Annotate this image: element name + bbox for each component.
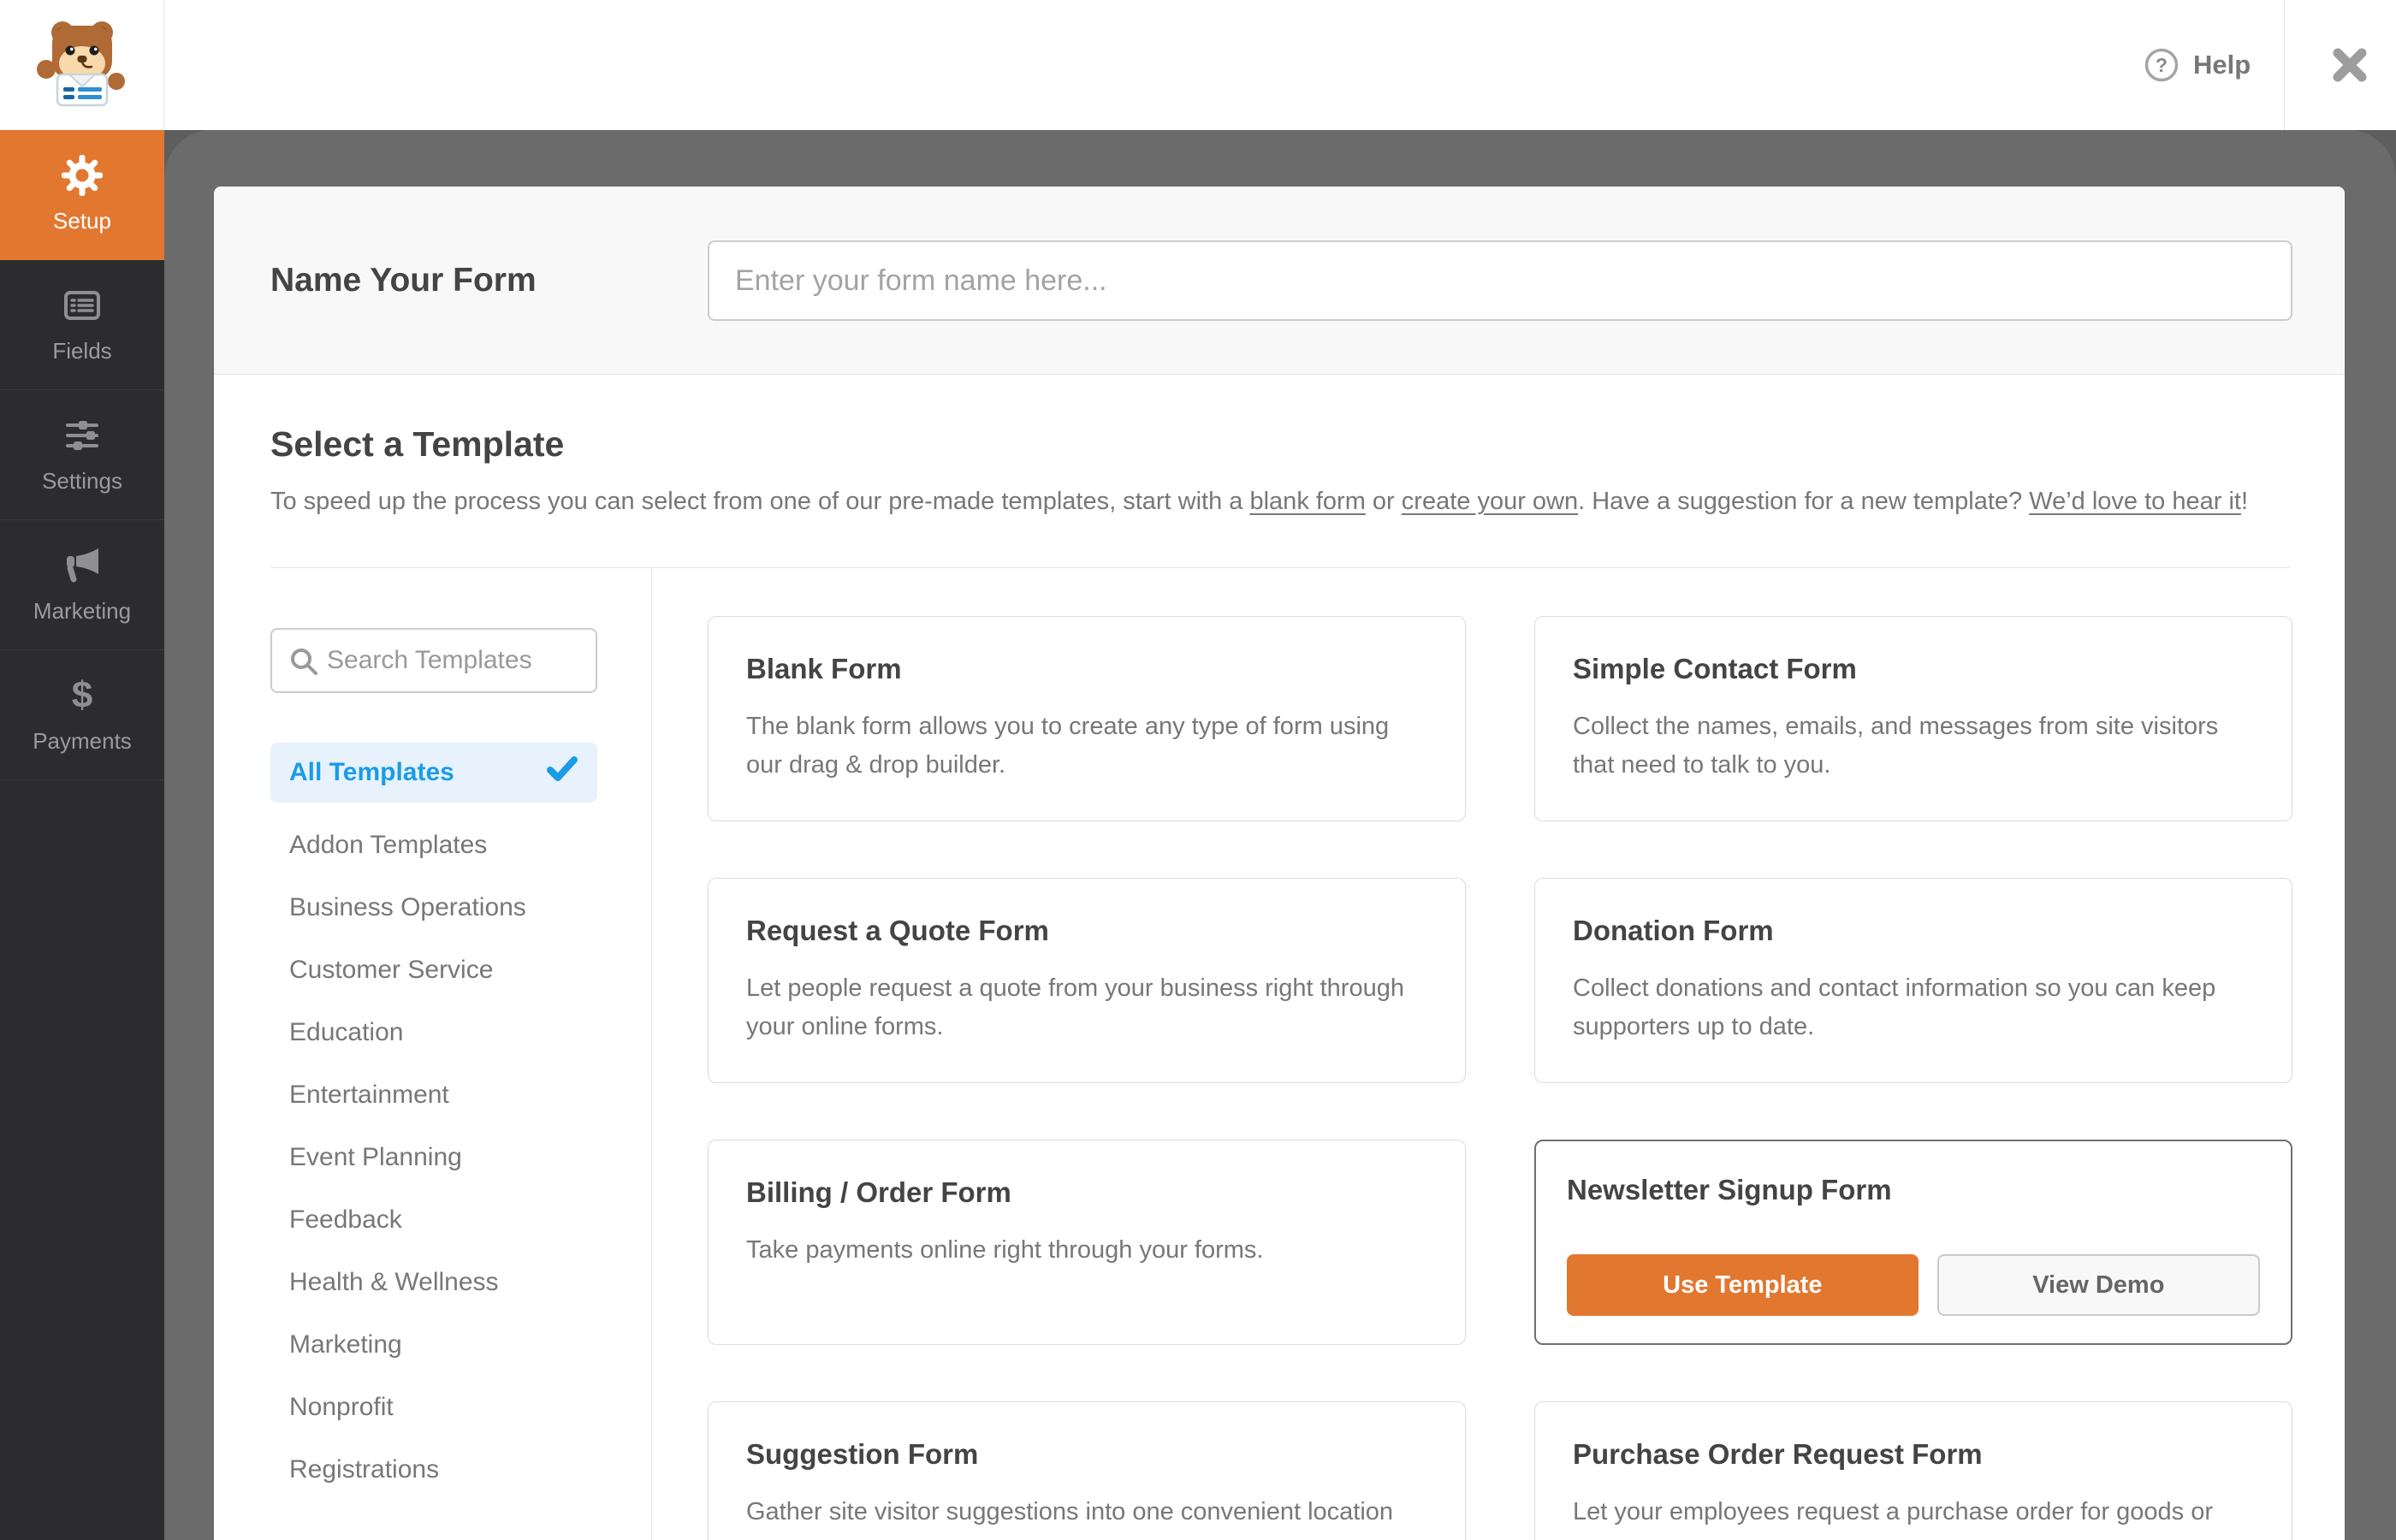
template-description: Let people request a quote from your bus…	[746, 974, 1404, 1040]
help-button[interactable]: ? Help	[2144, 0, 2251, 130]
category-nonprofit[interactable]: Nonprofit	[270, 1376, 597, 1438]
horizontal-divider	[270, 567, 2290, 568]
category-marketing[interactable]: Marketing	[270, 1313, 597, 1376]
template-title: Blank Form	[746, 653, 902, 684]
category-health-wellness[interactable]: Health & Wellness	[270, 1251, 597, 1313]
nav-item-marketing[interactable]: Marketing	[0, 520, 164, 650]
template-title: Purchase Order Request Form	[1573, 1438, 1983, 1470]
intro-text-3: . Have a suggestion for a new template?	[1578, 488, 2030, 515]
nav-label-marketing: Marketing	[33, 598, 132, 624]
template-card-suggestion-form[interactable]: Suggestion Form Gather site visitor sugg…	[708, 1401, 1466, 1540]
template-card-request-a-quote-form[interactable]: Request a Quote Form Let people request …	[708, 878, 1466, 1083]
category-list: Addon Templates Business Operations Cust…	[270, 814, 597, 1501]
template-card-purchase-order-request-form[interactable]: Purchase Order Request Form Let your emp…	[1534, 1401, 2292, 1540]
view-demo-button[interactable]: View Demo	[1936, 1254, 2260, 1316]
template-search	[270, 628, 597, 693]
name-form-title: Name Your Form	[270, 262, 537, 299]
template-description: The blank form allows you to create any …	[746, 713, 1390, 779]
template-grid: Blank Form The blank form allows you to …	[708, 616, 2292, 1540]
select-template-title: Select a Template	[270, 424, 565, 464]
template-description: Let your employees request a purchase or…	[1573, 1498, 2213, 1540]
vertical-divider	[651, 567, 652, 1540]
category-all-templates[interactable]: All Templates	[270, 743, 597, 803]
category-education[interactable]: Education	[270, 1001, 597, 1063]
template-title: Billing / Order Form	[746, 1176, 1011, 1208]
template-description: Gather site visitor suggestions into one…	[746, 1498, 1397, 1540]
intro-text-2: or	[1365, 488, 1402, 515]
template-title: Newsletter Signup Form	[1567, 1174, 1892, 1205]
intro-text-1: To speed up the process you can select f…	[270, 488, 1250, 515]
search-templates-input[interactable]	[272, 630, 596, 691]
category-feedback[interactable]: Feedback	[270, 1188, 597, 1251]
close-icon	[2333, 48, 2367, 82]
category-customer-service[interactable]: Customer Service	[270, 939, 597, 1001]
svg-text:?: ?	[2156, 54, 2168, 76]
template-description: Collect donations and contact informatio…	[1573, 974, 2216, 1040]
template-card-donation-form[interactable]: Donation Form Collect donations and cont…	[1534, 878, 2292, 1083]
help-label: Help	[2193, 50, 2251, 80]
category-entertainment[interactable]: Entertainment	[270, 1063, 597, 1126]
builder-nav: Setup Fields Settings Marketing $ Paymen…	[0, 130, 164, 1540]
sliders-icon	[62, 415, 103, 456]
nav-item-fields[interactable]: Fields	[0, 260, 164, 390]
megaphone-icon	[62, 545, 103, 586]
active-category-label: All Templates	[289, 758, 454, 786]
template-title: Donation Form	[1573, 915, 1774, 946]
wpforms-logo	[0, 0, 164, 130]
nav-label-payments: Payments	[33, 728, 132, 754]
category-addon-templates[interactable]: Addon Templates	[270, 814, 597, 876]
nav-item-payments[interactable]: $ Payments	[0, 650, 164, 780]
form-name-input[interactable]	[708, 240, 2292, 321]
name-form-section: Name Your Form	[214, 187, 2345, 375]
create-your-own-link[interactable]: create your own	[1402, 488, 1578, 515]
category-registrations[interactable]: Registrations	[270, 1438, 597, 1501]
nav-label-settings: Settings	[42, 468, 122, 494]
template-card-blank-form[interactable]: Blank Form The blank form allows you to …	[708, 616, 1466, 821]
wpforms-bear-icon	[36, 21, 125, 107]
topbar-divider	[2284, 0, 2285, 130]
template-title: Suggestion Form	[746, 1438, 979, 1470]
template-intro-text: To speed up the process you can select f…	[270, 488, 2248, 516]
gear-icon	[62, 155, 103, 196]
search-icon	[288, 645, 320, 682]
checkmark-icon	[546, 755, 578, 791]
setup-panel: Name Your Form Select a Template To spee…	[214, 187, 2345, 1540]
template-description: Collect the names, emails, and messages …	[1573, 713, 2219, 779]
category-business-operations[interactable]: Business Operations	[270, 876, 597, 939]
nav-label-fields: Fields	[52, 338, 112, 364]
blank-form-link[interactable]: blank form	[1249, 488, 1365, 515]
template-card-billing-order-form[interactable]: Billing / Order Form Take payments onlin…	[708, 1140, 1466, 1345]
help-icon: ?	[2144, 48, 2179, 82]
template-card-actions: Use Template View Demo	[1567, 1254, 2260, 1316]
use-template-button[interactable]: Use Template	[1567, 1254, 1919, 1316]
template-card-newsletter-signup-form[interactable]: Newsletter Signup Form Use Template View…	[1534, 1140, 2292, 1345]
nav-item-setup[interactable]: Setup	[0, 130, 164, 260]
dollar-icon: $	[71, 674, 93, 716]
nav-item-settings[interactable]: Settings	[0, 390, 164, 520]
template-card-simple-contact-form[interactable]: Simple Contact Form Collect the names, e…	[1534, 616, 2292, 821]
template-description: Take payments online right through your …	[746, 1236, 1264, 1264]
close-builder-button[interactable]	[2304, 0, 2396, 130]
fields-list-icon	[62, 285, 103, 326]
category-event-planning[interactable]: Event Planning	[270, 1126, 597, 1188]
template-title: Simple Contact Form	[1573, 653, 1857, 684]
top-bar: ? Help	[0, 0, 2396, 130]
template-title: Request a Quote Form	[746, 915, 1049, 946]
wpforms-builder: ? Help Setup Fields Settings Marketing $…	[0, 0, 2396, 1540]
intro-text-4: !	[2240, 488, 2249, 515]
nav-label-setup: Setup	[53, 208, 111, 234]
suggestion-link[interactable]: We’d love to hear it	[2029, 488, 2241, 515]
